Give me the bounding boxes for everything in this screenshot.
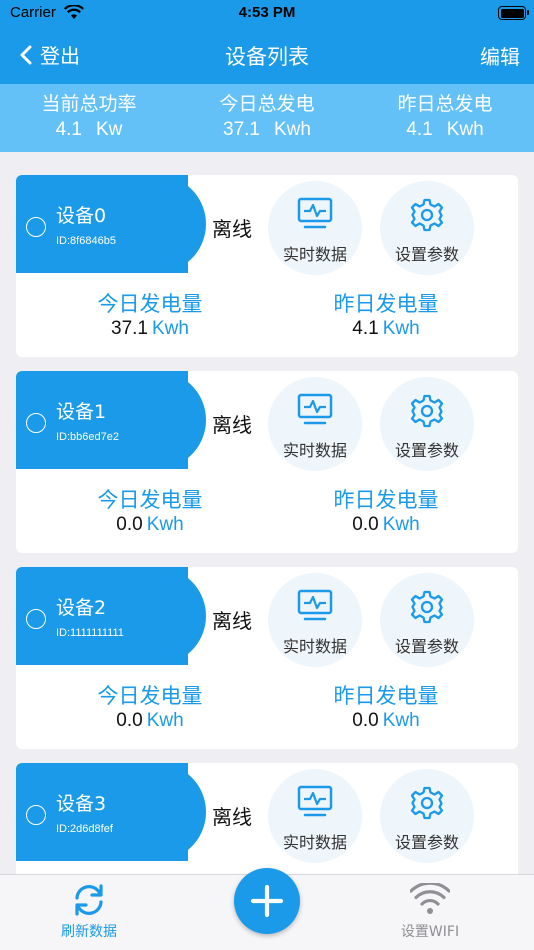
power-summary: 当前总功率 4.1 Kw 今日总发电 37.1 Kwh 昨日总发电 4.1 Kwh [0, 84, 534, 152]
settings-label: 设置参数 [394, 833, 459, 852]
yesterday-generation-value: 0.0 Kwh [352, 514, 420, 535]
gear-icon [410, 394, 444, 428]
device-status: 离线 [212, 609, 252, 633]
device-id: ID:2d6d8fef [56, 823, 113, 835]
device-select-radio[interactable] [26, 217, 46, 237]
device-card[interactable]: 设备2 ID:1111111111 离线 实时数据 设置参数 今日发电量 0.0… [16, 567, 518, 749]
today-generation-label: 今日发电量 [97, 292, 203, 316]
device-name: 设备2 [56, 597, 107, 619]
today-generation-label: 今日发电量 [97, 684, 203, 708]
wifi-settings-tab[interactable]: 设置WIFI [370, 883, 490, 941]
battery-icon [498, 6, 529, 20]
today-generation: 今日发电量 0.0 Kwh [30, 683, 270, 733]
device-id: ID:1111111111 [56, 627, 124, 639]
device-name: 设备1 [56, 401, 107, 423]
device-status: 离线 [212, 413, 252, 437]
wifi-icon [410, 883, 450, 914]
nav-bar: 登出 设备列表 编辑 [0, 26, 534, 84]
wifi-settings-label: 设置WIFI [400, 924, 460, 940]
summary-label: 昨日总发电 [397, 93, 493, 115]
yesterday-generation-value: 0.0 Kwh [352, 710, 420, 731]
yesterday-generation-label: 昨日发电量 [333, 684, 439, 708]
refresh-icon [75, 884, 103, 916]
realtime-data-button[interactable]: 实时数据 [268, 377, 362, 471]
yesterday-generation: 昨日发电量 0.0 Kwh [266, 487, 506, 537]
monitor-pulse-icon [297, 197, 333, 229]
realtime-data-label: 实时数据 [282, 833, 347, 852]
today-generation-value: 0.0 Kwh [116, 710, 184, 731]
add-device-button[interactable] [234, 868, 300, 934]
device-select-radio[interactable] [26, 609, 46, 629]
device-card[interactable]: 设备1 ID:bb6ed7e2 离线 实时数据 设置参数 今日发电量 0.0 Kw… [16, 371, 518, 553]
realtime-data-label: 实时数据 [282, 441, 347, 460]
summary-label: 当前总功率 [41, 93, 137, 115]
today-generation: 今日发电量 0.0 Kwh [30, 487, 270, 537]
summary-value: 37.1 Kwh [223, 119, 311, 140]
monitor-pulse-icon [297, 785, 333, 817]
device-select-radio[interactable] [26, 413, 46, 433]
gear-icon [410, 590, 444, 624]
summary-value: 4.1 Kwh [406, 119, 484, 140]
refresh-data-tab[interactable]: 刷新数据 [29, 883, 149, 941]
realtime-data-label: 实时数据 [282, 245, 347, 264]
monitor-pulse-icon [297, 589, 333, 621]
summary-label: 今日总发电 [219, 93, 315, 115]
device-id: ID:8f6846b5 [56, 235, 116, 247]
clock: 4:53 PM [238, 4, 296, 21]
yesterday-generation-label: 昨日发电量 [333, 488, 439, 512]
realtime-data-button[interactable]: 实时数据 [268, 769, 362, 863]
yesterday-generation-value: 4.1 Kwh [352, 318, 420, 339]
yesterday-generation: 昨日发电量 4.1 Kwh [266, 291, 506, 341]
device-status: 离线 [212, 805, 252, 829]
settings-button[interactable]: 设置参数 [380, 573, 474, 667]
realtime-data-button[interactable]: 实时数据 [268, 573, 362, 667]
monitor-pulse-icon [297, 393, 333, 425]
gear-icon [410, 786, 444, 820]
device-name: 设备3 [56, 793, 107, 815]
device-select-radio[interactable] [26, 805, 46, 825]
yesterday-generation-label: 昨日发电量 [333, 292, 439, 316]
today-generation-label: 今日发电量 [97, 488, 203, 512]
settings-label: 设置参数 [394, 441, 459, 460]
today-generation: 今日发电量 37.1 Kwh [30, 291, 270, 341]
device-name: 设备0 [56, 205, 107, 227]
today-generation-value: 37.1 Kwh [111, 318, 189, 339]
settings-button[interactable]: 设置参数 [380, 377, 474, 471]
summary-today-total: 今日总发电 37.1 Kwh [178, 84, 356, 152]
summary-yesterday-total: 昨日总发电 4.1 Kwh [356, 84, 534, 152]
device-status: 离线 [212, 217, 252, 241]
settings-label: 设置参数 [394, 245, 459, 264]
today-generation-value: 0.0 Kwh [116, 514, 184, 535]
yesterday-generation: 昨日发电量 0.0 Kwh [266, 683, 506, 733]
device-id: ID:bb6ed7e2 [56, 431, 119, 443]
refresh-data-label: 刷新数据 [61, 924, 117, 940]
page-title: 设备列表 [225, 45, 309, 69]
settings-button[interactable]: 设置参数 [380, 181, 474, 275]
gear-icon [410, 198, 444, 232]
edit-button[interactable]: 编辑 [480, 41, 520, 70]
summary-current-power: 当前总功率 4.1 Kw [0, 84, 178, 152]
device-card[interactable]: 设备0 ID:8f6846b5 离线 实时数据 设置参数 今日发电量 37.1 K… [16, 175, 518, 357]
realtime-data-label: 实时数据 [282, 637, 347, 656]
status-bar: Carrier 4:53 PM [0, 0, 534, 26]
summary-value: 4.1 Kw [55, 119, 123, 140]
settings-label: 设置参数 [394, 637, 459, 656]
plus-icon [250, 884, 284, 918]
settings-button[interactable]: 设置参数 [380, 769, 474, 863]
realtime-data-button[interactable]: 实时数据 [268, 181, 362, 275]
